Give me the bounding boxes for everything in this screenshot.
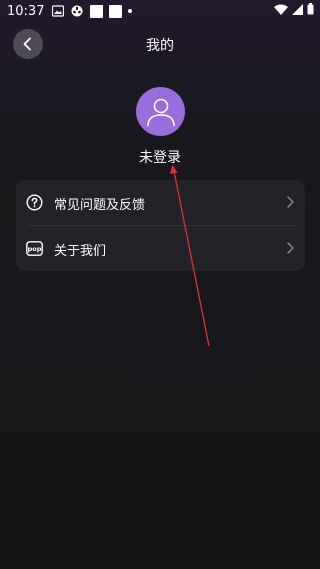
more-notifications-dot-icon (128, 9, 133, 13)
page-title: 我的 (146, 38, 174, 54)
status-right-icons (274, 3, 314, 19)
chevron-right-icon (287, 196, 294, 208)
cell-signal-icon (292, 3, 303, 19)
menu-item-label: 关于我们 (54, 244, 107, 259)
login-status-label[interactable]: 未登录 (0, 147, 320, 167)
notification-square-icon (90, 4, 104, 18)
chevron-right-icon (287, 242, 294, 254)
wifi-icon (274, 4, 288, 19)
notification-square-icon (109, 4, 123, 18)
page-header: 我的 (0, 28, 320, 60)
menu-item-about-us[interactable]: pop 关于我们 (16, 226, 305, 271)
status-bar: 10:37 (0, 0, 320, 22)
game-controller-notification-icon (70, 5, 84, 17)
my-page-screen: 10:37 我的 未登录 常见问题及反馈 pop 关于我们 (0, 0, 320, 569)
avatar[interactable] (136, 87, 185, 136)
menu-item-label: 常见问题及反馈 (54, 198, 146, 213)
menu-card: 常见问题及反馈 pop 关于我们 (16, 180, 305, 271)
battery-icon (307, 3, 314, 19)
menu-item-faq-feedback[interactable]: 常见问题及反馈 (16, 180, 305, 225)
annotation-arrow (170, 165, 210, 347)
svg-text:pop: pop (28, 245, 42, 253)
user-icon (146, 98, 175, 126)
status-time: 10:37 (7, 3, 45, 19)
gallery-notification-icon (52, 5, 65, 17)
help-circle-icon (26, 194, 43, 211)
pop-logo-icon: pop (26, 240, 43, 257)
